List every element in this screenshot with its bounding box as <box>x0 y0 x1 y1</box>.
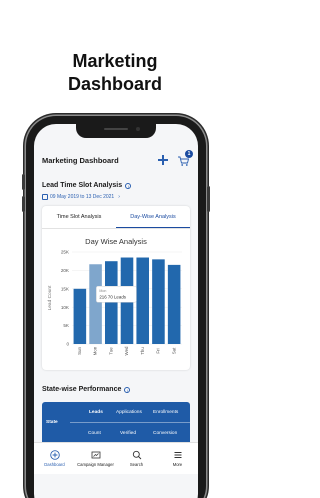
bar <box>105 261 118 344</box>
info-icon[interactable]: i <box>125 182 132 189</box>
nav-more[interactable]: More <box>157 443 198 474</box>
hero-title: Marketing Dashboard <box>0 50 230 96</box>
date-range-selector[interactable]: 09 May 2019 to 13 Dec 2021 › <box>42 194 120 200</box>
speaker-grille <box>104 128 128 130</box>
x-tick-label: Sun <box>77 347 82 355</box>
nav-dashboard-label: Dashboard <box>44 462 65 467</box>
x-tick-label: Fri <box>156 348 161 353</box>
lead-section-title: Lead Time Slot Analysis i <box>42 182 132 189</box>
app-title: Marketing Dashboard <box>42 155 119 165</box>
phone-power-button <box>207 186 210 212</box>
tooltip-category: Mon <box>99 289 106 293</box>
nav-campaign-manager[interactable]: Campaign Manager <box>75 443 116 474</box>
calendar-icon <box>42 194 48 200</box>
lead-analysis-card: Time Slot Analysis Day-Wise Analysis Day… <box>42 206 190 370</box>
table-header-divider <box>70 422 190 423</box>
lead-section-title-text: Lead Time Slot Analysis <box>42 182 123 189</box>
bar <box>136 257 149 344</box>
add-icon[interactable] <box>157 154 169 166</box>
nav-search-label: Search <box>129 462 144 467</box>
state-section-title: State-wise Performance i <box>42 386 131 393</box>
phone-volume-up-button <box>22 174 25 190</box>
menu-icon <box>174 452 181 458</box>
y-tick-label: 25K <box>61 250 70 255</box>
cart-icon[interactable]: 1 <box>177 150 193 166</box>
campaign-icon <box>91 451 100 459</box>
hero-title-line-1: Marketing <box>72 51 158 71</box>
bar <box>89 264 102 344</box>
x-tick-label: Sat <box>171 347 176 354</box>
analysis-tabs: Time Slot Analysis Day-Wise Analysis <box>42 206 190 228</box>
y-tick-label: 5K <box>63 323 70 328</box>
tooltip-text: 216 70 Leads <box>99 294 126 299</box>
info-icon[interactable]: i <box>124 386 131 393</box>
nav-dashboard[interactable]: Dashboard <box>34 443 75 474</box>
phone-screen: Marketing Dashboard 1 Lead Time Slot Ana… <box>34 124 198 498</box>
tab-time-slot-analysis[interactable]: Time Slot Analysis <box>42 206 116 228</box>
nav-campaign-manager-label: Campaign Manager <box>77 462 114 467</box>
bar <box>152 259 165 344</box>
col-leads[interactable]: Leads <box>89 410 103 415</box>
cart-badge: 1 <box>185 150 193 158</box>
plus-circle-icon <box>49 450 60 460</box>
chart-title: Day Wise Analysis <box>85 237 147 246</box>
date-range-text: 09 May 2019 to 13 Dec 2021 <box>50 194 115 200</box>
col-leads-count: Count <box>88 431 101 436</box>
bar <box>167 264 181 344</box>
day-wise-chart: Day Wise Analysis Lead Count 0 5K 10K 15K 20K 2… <box>47 237 182 356</box>
y-tick-label: 10K <box>61 305 70 310</box>
hero-title-line-2: Dashboard <box>67 74 163 94</box>
state-table-header: State Leads Applications Enrollments Cou… <box>42 402 190 442</box>
x-tick-label: Wed <box>124 346 129 356</box>
y-tick-label: 0 <box>66 342 69 347</box>
front-camera <box>136 127 140 131</box>
col-applications[interactable]: Applications <box>116 410 142 415</box>
phone-volume-down-button <box>22 196 25 212</box>
y-axis-label: Lead Count <box>47 285 53 310</box>
bottom-navigation: Dashboard Campaign Manager Search More <box>34 442 198 474</box>
x-tick-label: Thu <box>140 347 145 355</box>
chevron-right-icon: › <box>118 194 120 200</box>
col-state[interactable]: State <box>46 420 58 425</box>
state-section-title-text: State-wise Performance <box>42 386 122 393</box>
x-tick-label: Tue <box>108 347 113 355</box>
x-tick-label: Mon <box>93 346 98 355</box>
col-applications-verified: Verified <box>120 431 136 436</box>
search-icon <box>132 450 141 460</box>
col-enrollments-conversion: Conversion <box>153 431 178 436</box>
phone-notch <box>76 124 156 138</box>
app-header: Marketing Dashboard 1 <box>34 148 198 172</box>
phone-frame: Marketing Dashboard 1 Lead Time Slot Ana… <box>22 116 210 498</box>
col-enrollments[interactable]: Enrollments <box>153 410 178 415</box>
nav-more-label: More <box>172 462 183 467</box>
y-tick-label: 20K <box>61 268 70 273</box>
tab-day-wise-analysis[interactable]: Day-Wise Analysis <box>116 206 190 228</box>
y-tick-label: 15K <box>61 286 70 291</box>
nav-search[interactable]: Search <box>116 443 157 474</box>
bar <box>73 288 87 344</box>
